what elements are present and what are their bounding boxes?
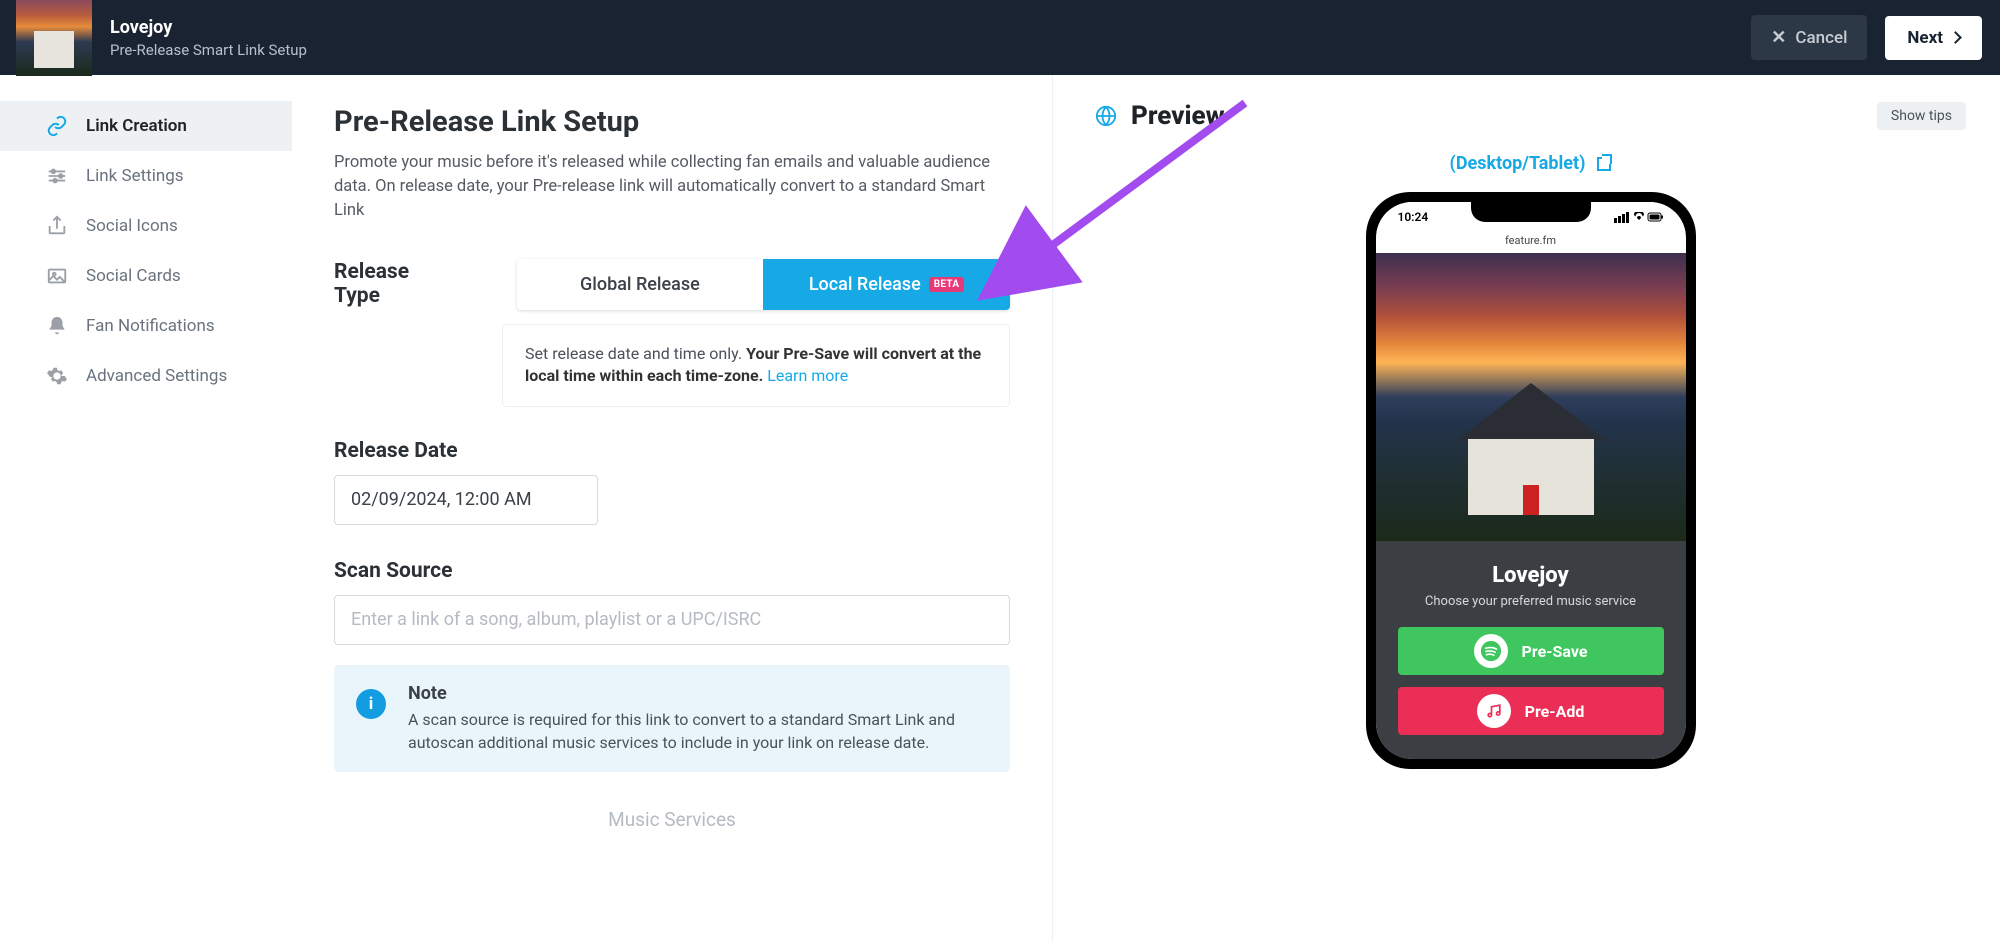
image-icon (46, 265, 68, 287)
release-info-band: Set release date and time only. Your Pre… (502, 324, 1010, 407)
preview-header: Preview Show tips (1095, 101, 1966, 131)
scan-source-label: Scan Source (334, 559, 1010, 583)
release-type-toggle: Global Release Local Release BETA (517, 259, 1010, 310)
spotify-presave-button[interactable]: Pre-Save (1398, 627, 1664, 675)
external-link-icon (1597, 157, 1611, 171)
apple-label: Pre-Add (1525, 702, 1585, 721)
page-title: Pre-Release Link Setup (334, 105, 1010, 139)
info-icon: i (356, 689, 386, 719)
music-services-heading: Music Services (334, 802, 1010, 831)
phone-notch (1471, 202, 1591, 222)
sidebar-item-advanced-settings[interactable]: Advanced Settings (0, 351, 292, 401)
sidebar-item-label: Social Cards (86, 266, 181, 286)
info-text-pre: Set release date and time only. (525, 344, 746, 363)
preview-switch: (Desktop/Tablet) (1095, 153, 1966, 174)
spotify-label: Pre-Save (1522, 642, 1588, 661)
spotify-icon (1474, 634, 1508, 668)
cancel-button[interactable]: ✕ Cancel (1751, 15, 1867, 60)
sidebar-item-link-creation[interactable]: Link Creation (0, 101, 292, 151)
sidebar-item-label: Fan Notifications (86, 316, 215, 336)
apple-preadd-button[interactable]: Pre-Add (1398, 687, 1664, 735)
top-bar-left: Lovejoy Pre-Release Smart Link Setup (18, 0, 307, 76)
desktop-tablet-label: (Desktop/Tablet) (1450, 153, 1586, 174)
preview-tagline: Choose your preferred music service (1398, 594, 1664, 609)
album-thumbnail (16, 0, 92, 76)
sidebar-item-label: Link Creation (86, 116, 187, 136)
next-label: Next (1907, 28, 1943, 48)
main-content: Pre-Release Link Setup Promote your musi… (292, 75, 1052, 941)
desktop-tablet-link[interactable]: (Desktop/Tablet) (1450, 153, 1612, 174)
release-date-label: Release Date (334, 439, 1010, 463)
phone-status-bar: 10:24 (1376, 202, 1686, 232)
preview-header-left: Preview (1095, 101, 1225, 131)
artist-title: Lovejoy (110, 17, 307, 38)
local-release-option[interactable]: Local Release BETA (763, 259, 1010, 310)
preview-artist-name: Lovejoy (1398, 563, 1664, 588)
house-art (1456, 383, 1606, 523)
note-body: Note A scan source is required for this … (408, 683, 988, 754)
sidebar: Link Creation Link Settings Social Icons… (0, 75, 292, 941)
note-text: A scan source is required for this link … (408, 708, 988, 754)
scan-source-input[interactable] (334, 595, 1010, 645)
release-type-label: Release Type (334, 260, 457, 308)
sidebar-item-link-settings[interactable]: Link Settings (0, 151, 292, 201)
preview-title: Preview (1131, 101, 1225, 131)
top-bar-titles: Lovejoy Pre-Release Smart Link Setup (110, 17, 307, 59)
page-description: Promote your music before it's released … (334, 151, 1010, 223)
phone-url-bar: feature.fm (1376, 232, 1686, 253)
phone-status-icons (1614, 212, 1664, 223)
phone-content: Lovejoy Choose your preferred music serv… (1376, 541, 1686, 759)
sidebar-item-label: Social Icons (86, 216, 178, 236)
top-bar-actions: ✕ Cancel Next (1751, 15, 1982, 60)
close-icon: ✕ (1771, 27, 1786, 48)
phone-screen: 10:24 feature.fm Lovejoy Choose your pre… (1376, 202, 1686, 759)
preview-panel: Preview Show tips (Desktop/Tablet) 10:24… (1052, 75, 2000, 941)
link-icon (46, 115, 68, 137)
beta-badge: BETA (929, 277, 965, 292)
sidebar-item-label: Advanced Settings (86, 366, 227, 386)
page-subtitle: Pre-Release Smart Link Setup (110, 41, 307, 59)
album-cover-preview (1376, 253, 1686, 541)
show-tips-button[interactable]: Show tips (1877, 102, 1966, 130)
globe-icon (1095, 105, 1117, 127)
gear-icon (46, 365, 68, 387)
global-release-label: Global Release (580, 274, 700, 295)
local-release-label: Local Release (809, 274, 921, 295)
note-title: Note (408, 683, 988, 704)
note-box: i Note A scan source is required for thi… (334, 665, 1010, 772)
phone-mockup: 10:24 feature.fm Lovejoy Choose your pre… (1366, 192, 1696, 769)
phone-time: 10:24 (1398, 210, 1429, 224)
share-icon (46, 215, 68, 237)
cancel-label: Cancel (1795, 28, 1847, 48)
release-date-input[interactable] (334, 475, 598, 525)
learn-more-link[interactable]: Learn more (767, 366, 848, 385)
sidebar-item-social-icons[interactable]: Social Icons (0, 201, 292, 251)
top-bar: Lovejoy Pre-Release Smart Link Setup ✕ C… (0, 0, 2000, 75)
apple-music-icon (1477, 694, 1511, 728)
chevron-right-icon (1949, 31, 1962, 44)
bell-icon (46, 315, 68, 337)
next-button[interactable]: Next (1885, 16, 1982, 60)
global-release-option[interactable]: Global Release (517, 259, 764, 310)
sidebar-item-social-cards[interactable]: Social Cards (0, 251, 292, 301)
sidebar-item-label: Link Settings (86, 166, 184, 186)
sidebar-item-fan-notifications[interactable]: Fan Notifications (0, 301, 292, 351)
sliders-icon (46, 165, 68, 187)
release-type-row: Release Type Global Release Local Releas… (334, 259, 1010, 310)
